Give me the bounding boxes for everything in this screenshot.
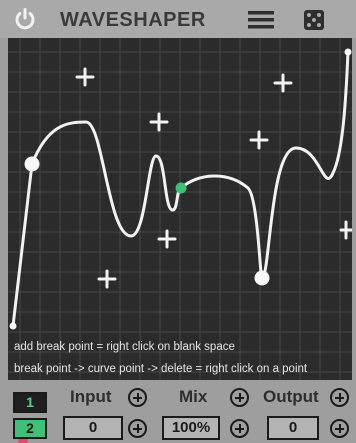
output-increment-button[interactable] — [330, 388, 349, 407]
handle-plus-icon — [149, 112, 169, 132]
handle-plus-icon — [339, 220, 352, 240]
randomize-button[interactable] — [302, 8, 326, 32]
power-icon — [15, 8, 35, 30]
help-text-add: add break point = right click on blank s… — [14, 341, 235, 353]
handle-plus-icon — [97, 269, 117, 289]
power-button[interactable] — [13, 7, 37, 31]
menu-button[interactable] — [247, 9, 275, 31]
plugin-title: WAVESHAPER — [60, 9, 206, 31]
handle-plus-icon — [273, 73, 293, 93]
input-increment-button[interactable] — [128, 388, 147, 407]
grid — [8, 38, 352, 380]
mix-plus-icon[interactable] — [230, 419, 249, 438]
break-point[interactable] — [344, 48, 352, 56]
help-text-cycle: break point -> curve point -> delete = r… — [14, 363, 308, 375]
hamburger-menu-icon — [248, 11, 274, 29]
break-point[interactable] — [254, 270, 270, 286]
mix-value-field[interactable]: 100% — [162, 416, 220, 440]
mix-increment-button[interactable] — [230, 388, 249, 407]
input-label: Input — [70, 387, 112, 406]
input-plus-icon[interactable] — [128, 419, 147, 438]
dice-icon — [304, 10, 324, 30]
tab-1[interactable]: 1 — [13, 392, 47, 413]
handle-plus-icon — [249, 130, 269, 150]
handle-markers[interactable] — [75, 67, 352, 289]
output-value-field[interactable]: 0 — [267, 416, 319, 440]
mix-label: Mix — [179, 387, 208, 406]
output-label: Output — [263, 387, 319, 406]
waveshaper-plugin: WAVESHAPER add break point = right click… — [0, 0, 356, 443]
curve-point[interactable] — [175, 182, 187, 194]
break-point[interactable] — [9, 322, 17, 330]
graph-canvas[interactable] — [8, 38, 352, 380]
output-plus-icon[interactable] — [330, 419, 349, 438]
header-bar: WAVESHAPER — [0, 0, 356, 38]
waveshaper-graph[interactable]: add break point = right click on blank s… — [8, 38, 352, 380]
control-bar: 1 2 Input 0 Mix 100% Output 0 — [0, 380, 356, 443]
handle-plus-icon — [157, 229, 177, 249]
tab-2[interactable]: 2 — [13, 418, 47, 439]
selected-tab-indicator — [18, 439, 28, 443]
handle-plus-icon — [75, 67, 95, 87]
break-point[interactable] — [24, 156, 40, 172]
input-value-field[interactable]: 0 — [63, 416, 123, 440]
